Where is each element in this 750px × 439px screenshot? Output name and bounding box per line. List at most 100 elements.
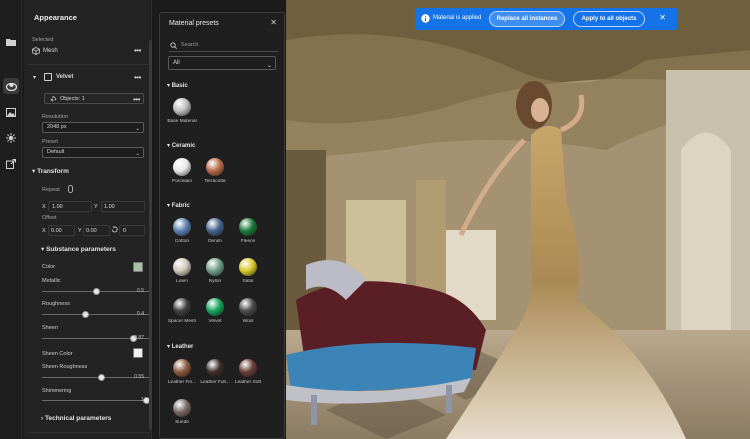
divider: [28, 432, 150, 433]
preset-tile[interactable]: Cotton: [165, 218, 199, 244]
category-title: Leather: [171, 344, 194, 350]
preset-select[interactable]: Default ⌄: [42, 147, 144, 158]
lock-link-icon[interactable]: [68, 185, 73, 195]
material-sphere-icon: [173, 218, 191, 236]
preset-label: Leather Fin...: [167, 380, 197, 385]
folder-icon[interactable]: [3, 34, 19, 50]
category-basic[interactable]: ▾ Basic: [167, 82, 188, 89]
roughness-slider[interactable]: [42, 311, 150, 318]
replace-all-instances-button[interactable]: Replace all instances: [489, 11, 565, 27]
material-sphere-icon: [173, 158, 191, 176]
technical-section[interactable]: › Technical parameters: [41, 415, 111, 422]
apply-to-all-objects-button[interactable]: Apply to all objects: [573, 11, 645, 27]
presets-title: Material presets: [169, 20, 219, 27]
shimmering-value: 1: [141, 397, 144, 403]
preset-tile[interactable]: Suede: [165, 399, 199, 425]
category-fabric[interactable]: ▾ Fabric: [167, 202, 190, 209]
panel-title: Appearance: [34, 13, 77, 22]
rotation-value: 0: [123, 228, 127, 234]
preset-label: Cotton: [174, 239, 190, 244]
metallic-slider-knob[interactable]: [92, 288, 100, 295]
preset-tile[interactable]: Terracotta: [198, 158, 232, 184]
preset-label: Nylon: [208, 279, 222, 284]
preset-tile[interactable]: Spacer Mesh: [165, 298, 199, 324]
color-swatch[interactable]: [133, 262, 143, 272]
resolution-label: Resolution: [42, 114, 68, 120]
material-sphere-icon: [206, 158, 224, 176]
repeat-y-label: Y: [94, 204, 98, 210]
roughness-slider-knob[interactable]: [82, 311, 90, 318]
material-sphere-icon: [239, 359, 257, 377]
offset-y-label: Y: [78, 228, 82, 234]
light-icon[interactable]: [3, 130, 19, 146]
substance-section[interactable]: ▾ Substance parameters: [41, 245, 116, 253]
category-title: Fabric: [171, 203, 190, 209]
objects-field[interactable]: [44, 93, 144, 104]
sheen-roughness-label: Sheen Roughness: [42, 364, 88, 370]
panel-scrollbar[interactable]: [149, 40, 152, 430]
preset-tile[interactable]: Wool: [231, 298, 265, 324]
metallic-value: 0.5: [137, 288, 144, 294]
material-sphere-icon: [239, 258, 257, 276]
material-sphere-icon: [239, 218, 257, 236]
material-sphere-icon: [239, 298, 257, 316]
category-title: Basic: [171, 83, 188, 89]
repeat-label: Repeat: [42, 187, 60, 193]
collapse-chevron-icon[interactable]: ▾: [33, 74, 36, 81]
cube-icon: [32, 47, 40, 57]
category-title: Ceramic: [171, 143, 196, 149]
preset-label: Wool: [242, 319, 254, 324]
preset-label: Leather Soft: [234, 380, 262, 385]
material-sphere-icon: [173, 258, 191, 276]
close-icon[interactable]: ✕: [270, 18, 277, 27]
presets-search[interactable]: Search: [169, 40, 278, 52]
resolution-select[interactable]: 2048 px ⌄: [42, 122, 144, 133]
sheen-color-swatch[interactable]: [133, 348, 143, 358]
selected-more-icon[interactable]: •••: [134, 47, 141, 55]
images-icon[interactable]: [3, 104, 19, 120]
shimmering-slider[interactable]: [42, 397, 150, 404]
material-more-icon[interactable]: •••: [134, 74, 141, 82]
preset-tile[interactable]: Denim: [198, 218, 232, 244]
preset-tile[interactable]: Fleece: [231, 218, 265, 244]
material-sphere-icon: [206, 359, 224, 377]
material-sphere-icon: [206, 258, 224, 276]
appearance-panel: Appearance Selected Mesh ••• ▾ Velvet ••…: [24, 0, 152, 439]
preset-tile[interactable]: Porcelain: [165, 158, 199, 184]
repeat-x-label: X: [42, 204, 46, 210]
preset-tile[interactable]: Leather Fin...: [165, 359, 199, 385]
resolution-value: 2048 px: [47, 124, 67, 130]
preset-tile[interactable]: Nylon: [198, 258, 232, 284]
sheen-value: 0.87: [134, 335, 144, 341]
appearance-icon[interactable]: [3, 78, 19, 94]
toast-close-icon[interactable]: ✕: [659, 13, 666, 22]
category-leather[interactable]: ▾ Leather: [167, 343, 193, 350]
preset-label: Satin: [242, 279, 254, 284]
objects-more-icon[interactable]: •••: [133, 96, 140, 104]
export-icon[interactable]: [3, 156, 19, 172]
preset-tile[interactable]: Base Material: [165, 98, 199, 124]
category-ceramic[interactable]: ▾ Ceramic: [167, 142, 195, 149]
preset-label: Spacer Mesh: [167, 319, 197, 324]
preset-tile[interactable]: Leather Soft: [231, 359, 265, 385]
metallic-slider[interactable]: [42, 288, 150, 295]
info-icon: [421, 14, 430, 25]
preset-label: Porcelain: [172, 179, 192, 184]
divider: [28, 64, 150, 65]
preset-label: Base Material: [167, 119, 197, 124]
canvas-viewport[interactable]: [286, 0, 750, 439]
preset-tile[interactable]: Velvet: [198, 298, 232, 324]
preset-tile[interactable]: Satin: [231, 258, 265, 284]
sheen-color-label: Sheen Color: [42, 351, 73, 357]
substance-title: Substance parameters: [46, 246, 116, 253]
material-sphere-icon: [173, 298, 191, 316]
preset-tile[interactable]: Linen: [165, 258, 199, 284]
material-presets-popover: Material presets ✕ Search All ⌄ ▾ Basic B…: [159, 12, 285, 439]
metallic-label: Metallic: [42, 278, 61, 284]
offset-y-value: 0.00: [86, 228, 97, 234]
repeat-y-value: 1.00: [104, 204, 115, 210]
transform-section[interactable]: ▾ Transform: [32, 167, 69, 175]
sheen-roughness-slider-knob[interactable]: [97, 374, 105, 381]
preset-tile[interactable]: Leather Full...: [198, 359, 232, 385]
filter-select[interactable]: All ⌄: [168, 56, 276, 70]
